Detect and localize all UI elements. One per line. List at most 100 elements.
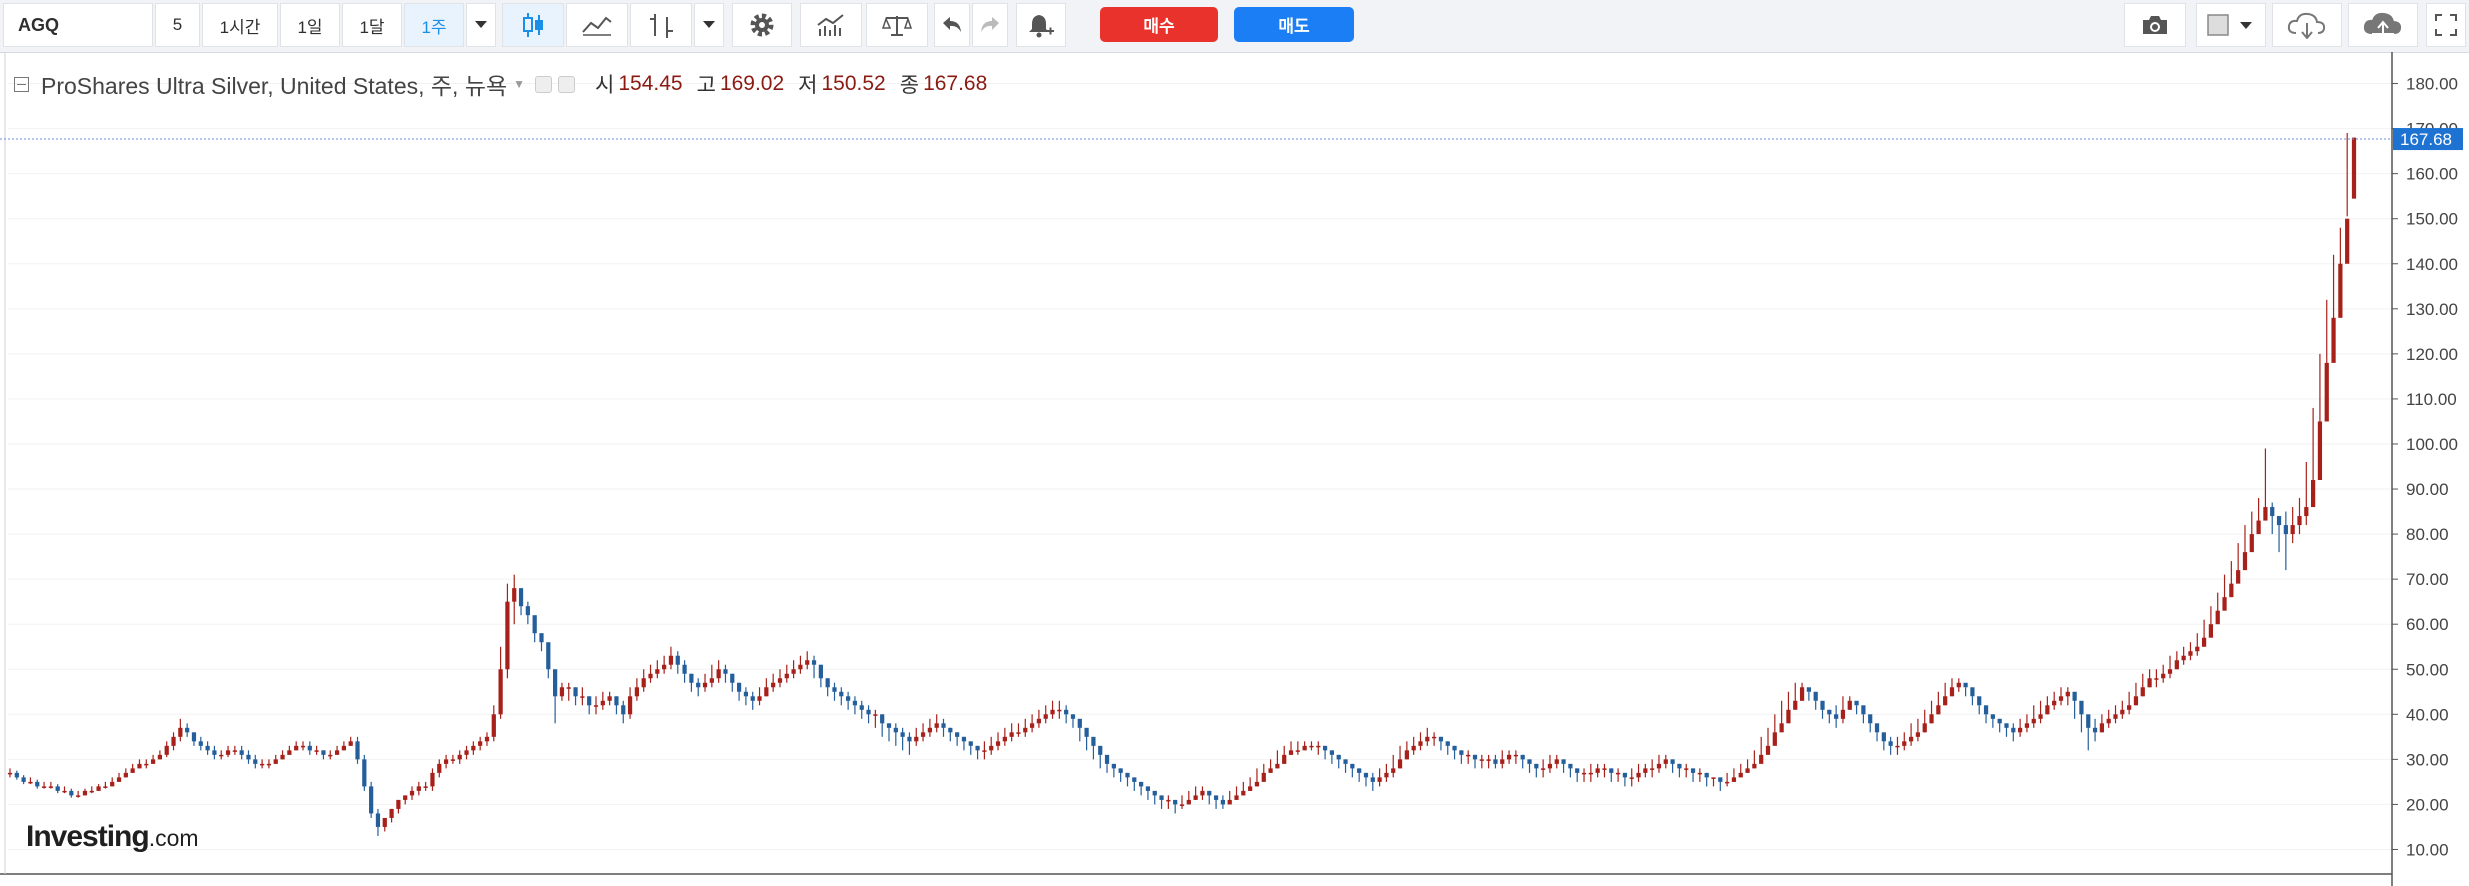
price-chart[interactable]: 10.00 20.00 30.00 40.00 50.00 60.00 70.00 80.00… xyxy=(0,52,2469,886)
interval-dropdown-button[interactable] xyxy=(466,3,496,47)
candle-body xyxy=(948,727,953,733)
interval-1-week-button[interactable]: 1주 xyxy=(404,3,464,47)
symbol-input[interactable]: AGQ xyxy=(3,3,153,47)
interval-1-day-button[interactable]: 1일 xyxy=(280,3,340,47)
high-value: 169.02 xyxy=(719,72,785,95)
candle-body xyxy=(2058,696,2064,701)
chart-type-dropdown-button[interactable] xyxy=(694,3,724,47)
y-tick-label: 140.00 xyxy=(2406,255,2458,274)
candle-body xyxy=(989,745,994,751)
buy-button[interactable]: 매수 xyxy=(1100,7,1218,42)
open-label: 시 xyxy=(595,74,615,97)
cloud-upload-button[interactable] xyxy=(2348,3,2418,47)
candle-body xyxy=(1561,759,1566,764)
candle-body xyxy=(1193,795,1198,800)
candle-body xyxy=(627,696,633,715)
candle-body xyxy=(1479,759,1484,761)
candle-body xyxy=(191,732,197,742)
candle-body xyxy=(130,768,135,773)
y-tick-label: 130.00 xyxy=(2406,300,2458,319)
sell-button[interactable]: 매도 xyxy=(1234,7,1354,42)
candle-body xyxy=(2188,651,2193,656)
low-label: 저 xyxy=(798,74,818,97)
y-tick-label: 180.00 xyxy=(2406,75,2458,94)
candle-body xyxy=(675,655,680,665)
candle-body xyxy=(1173,799,1178,805)
compare-button[interactable] xyxy=(866,3,928,47)
interval-5-button[interactable]: 5 xyxy=(155,3,200,47)
logo-suffix: .com xyxy=(148,825,199,851)
candle-body xyxy=(1500,759,1505,764)
candle-body xyxy=(934,723,939,728)
candle-body xyxy=(1411,745,1416,751)
candle-body xyxy=(2086,714,2091,728)
candle-body xyxy=(69,790,74,796)
candle-body xyxy=(498,669,503,715)
candlestick-chart-button[interactable] xyxy=(502,3,564,47)
chart-area[interactable]: 10.00 20.00 30.00 40.00 50.00 60.00 70.00 80.00… xyxy=(0,52,2469,886)
candle-body xyxy=(975,745,980,751)
candle-body xyxy=(253,759,258,764)
line-chart-button[interactable] xyxy=(566,3,628,47)
chevron-down-icon[interactable]: ▼ xyxy=(513,77,525,91)
candle-body xyxy=(1690,768,1696,773)
candle-body xyxy=(791,669,796,674)
cloud-download-button[interactable] xyxy=(2272,3,2342,47)
y-tick-label: 60.00 xyxy=(2406,615,2449,634)
candle-body xyxy=(1684,768,1689,770)
candle-body xyxy=(1643,768,1648,773)
indicators-button[interactable] xyxy=(800,3,862,47)
interval-1-month-button[interactable]: 1달 xyxy=(342,3,402,47)
candle-body xyxy=(1268,768,1273,773)
candle-body xyxy=(1425,736,1430,742)
redo-button[interactable] xyxy=(972,3,1008,47)
candle-body xyxy=(1282,754,1287,764)
alert-button[interactable] xyxy=(1016,3,1066,47)
candle-body xyxy=(907,736,912,742)
chart-legend: ProShares Ultra Silver, United States, 주… xyxy=(14,69,987,99)
high-label: 고 xyxy=(696,74,716,97)
bar-chart-type-button[interactable] xyxy=(630,3,692,47)
candle-body xyxy=(2161,673,2166,679)
candle-body xyxy=(825,678,830,688)
candle-body xyxy=(2024,723,2030,728)
candle-body xyxy=(355,741,360,760)
y-tick-label: 40.00 xyxy=(2406,705,2449,724)
undo-button[interactable] xyxy=(934,3,970,47)
settings-icon[interactable] xyxy=(558,75,576,93)
candle-body xyxy=(2208,624,2214,638)
candle-body xyxy=(348,741,353,746)
candle-body xyxy=(1459,750,1464,755)
interval-1-hour-button[interactable]: 1시간 xyxy=(202,3,278,47)
candle-body xyxy=(89,790,94,793)
candle-body xyxy=(1745,768,1750,773)
candle-body xyxy=(1057,709,1062,712)
candle-body xyxy=(1731,777,1737,782)
fullscreen-button[interactable] xyxy=(2426,3,2466,47)
candle-body xyxy=(314,750,319,752)
candle-body xyxy=(505,601,510,670)
visibility-icon[interactable] xyxy=(535,75,553,93)
candle-body xyxy=(185,727,190,733)
candle-body xyxy=(2317,421,2323,481)
candle-body xyxy=(1350,763,1355,769)
candle-body xyxy=(846,696,851,701)
candle-body xyxy=(2099,723,2104,733)
candle-body xyxy=(1506,754,1512,760)
candle-body xyxy=(1793,700,1798,710)
template-dropdown-button[interactable] xyxy=(2196,3,2266,47)
candle-body xyxy=(1275,763,1280,769)
collapse-legend-icon[interactable] xyxy=(14,76,29,92)
candle-body xyxy=(1404,750,1409,760)
settings-button[interactable] xyxy=(732,3,792,47)
y-tick-label: 100.00 xyxy=(2406,435,2458,454)
candle-body xyxy=(2249,534,2254,553)
candle-body xyxy=(1588,772,1593,775)
candle-body xyxy=(144,763,149,766)
candle-body xyxy=(641,678,646,688)
screenshot-button[interactable] xyxy=(2124,3,2186,47)
candle-body xyxy=(757,696,762,701)
y-tick-label: 120.00 xyxy=(2406,345,2458,364)
indicators-icon xyxy=(817,14,844,36)
candle-body xyxy=(171,736,176,746)
